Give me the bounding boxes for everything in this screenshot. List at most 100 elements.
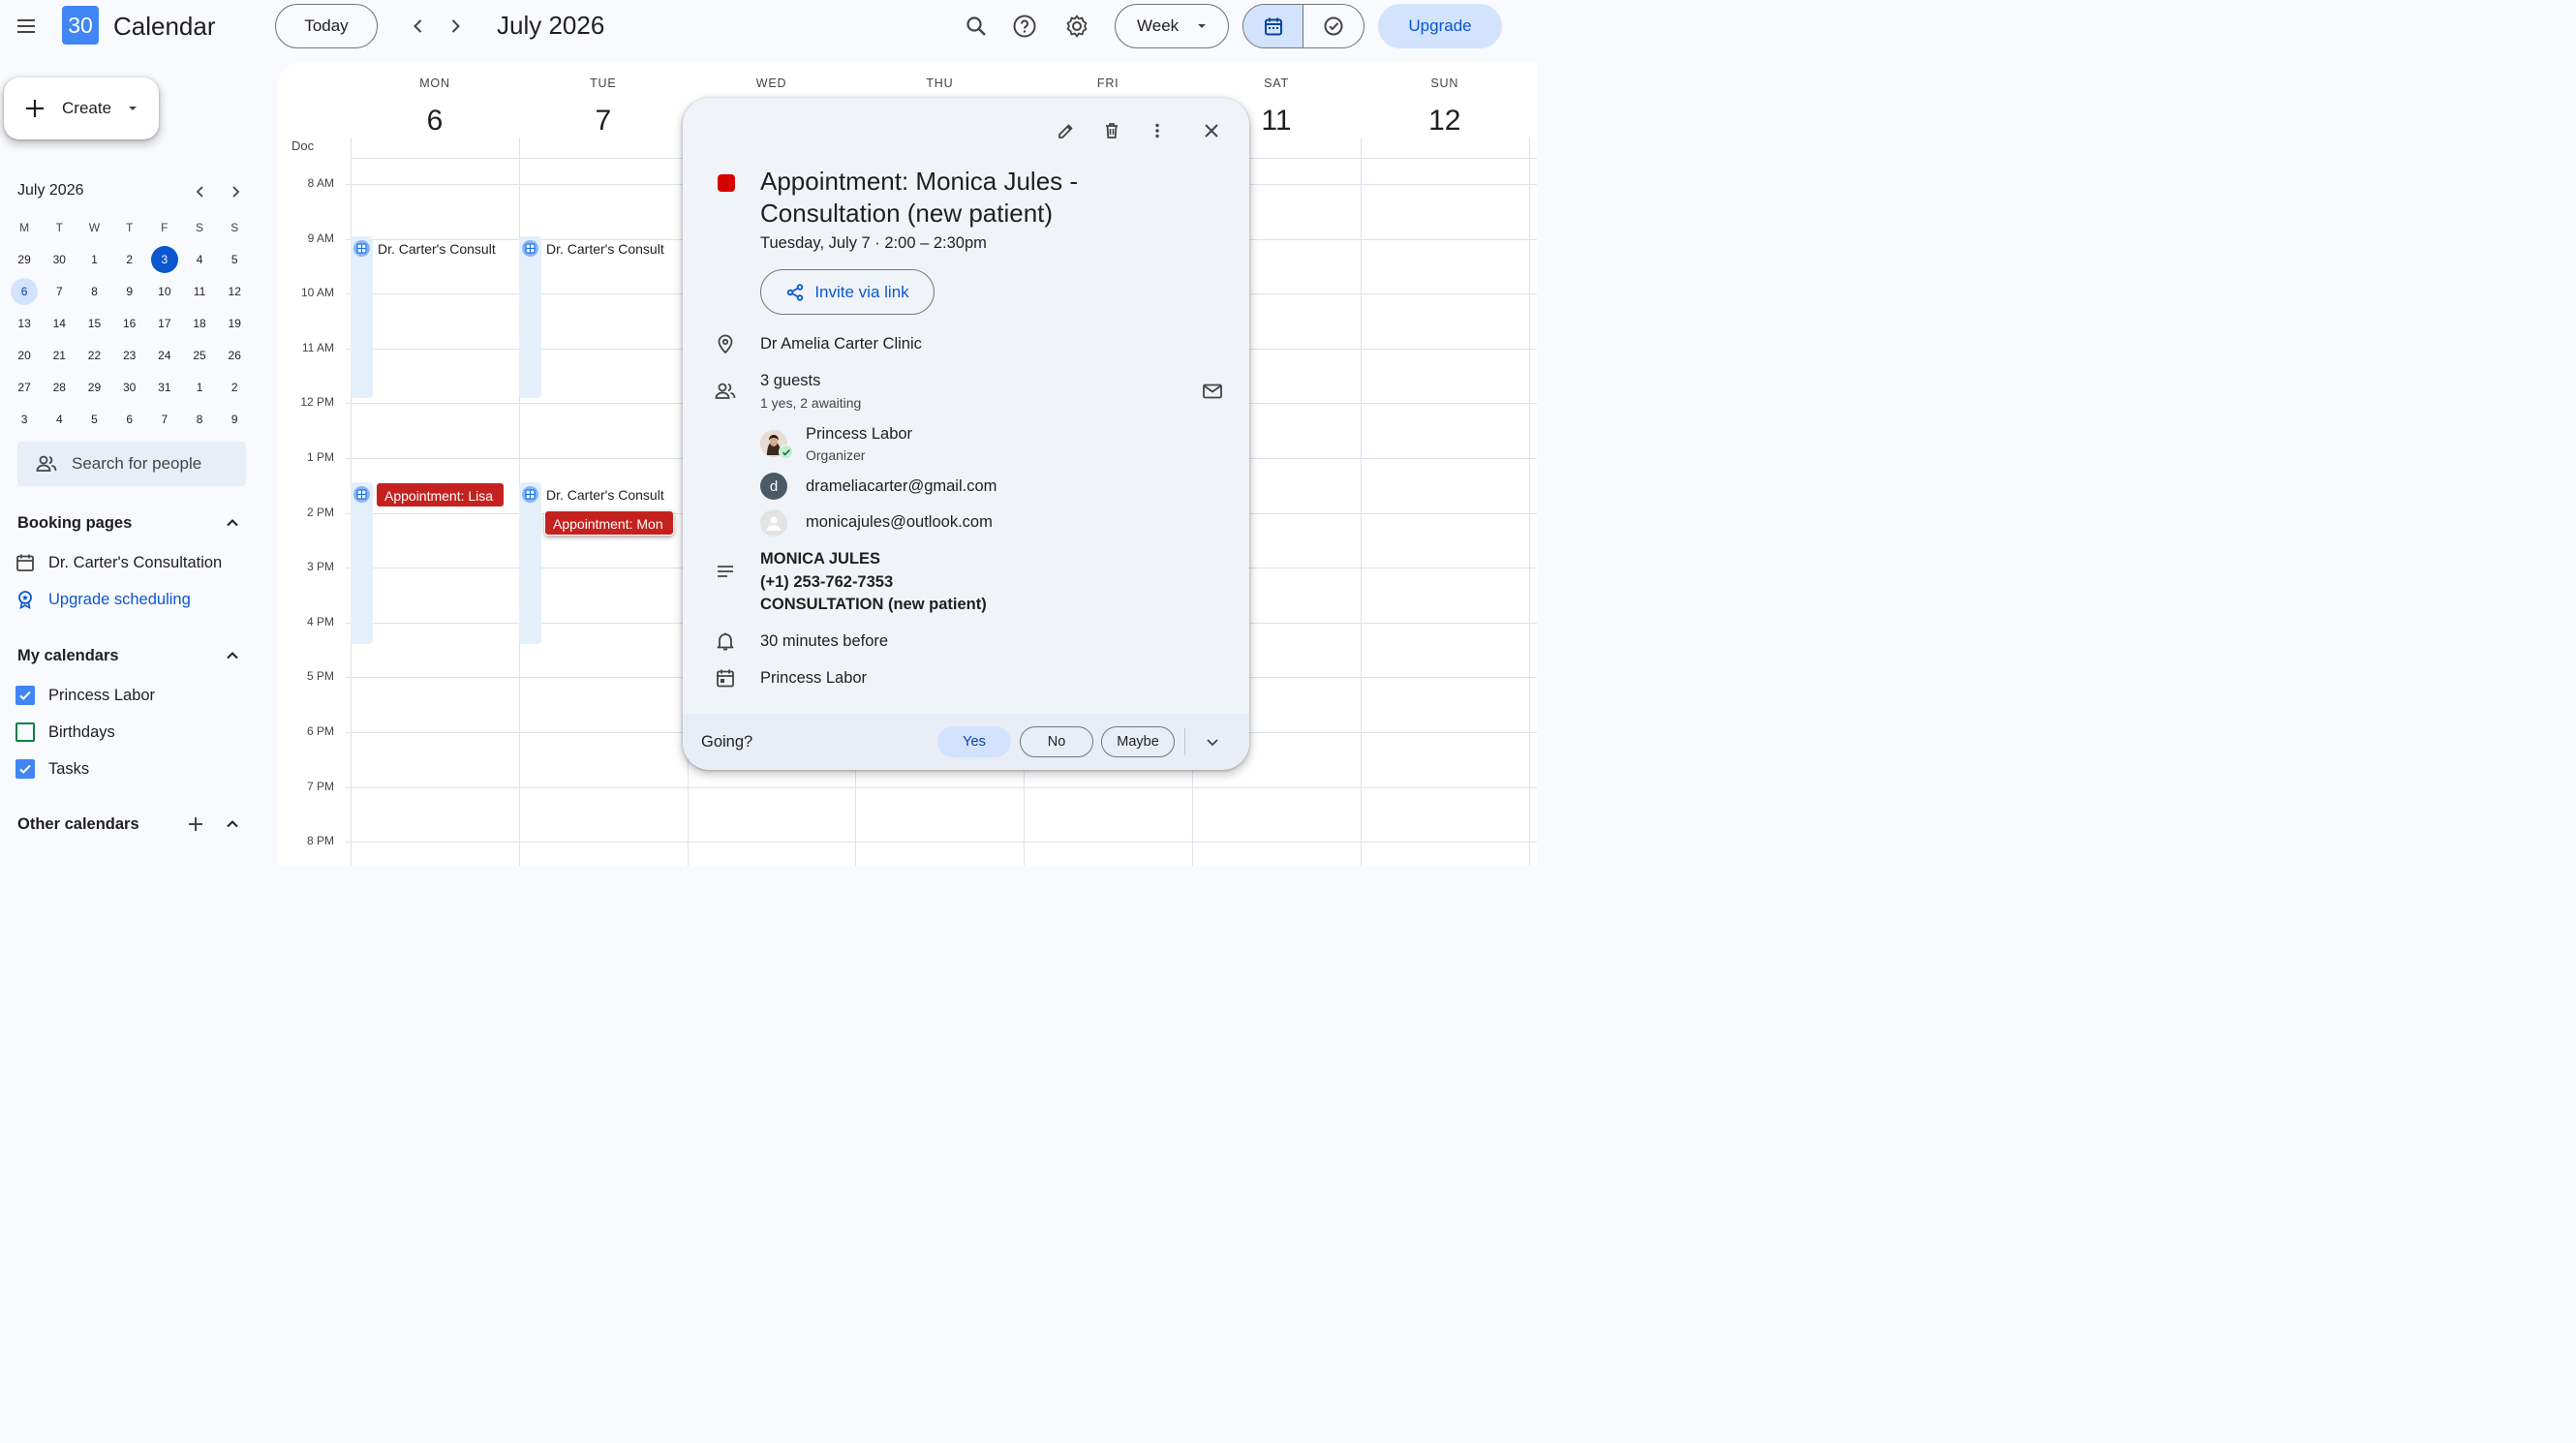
booking-page-item[interactable]: Dr. Carter's Consultation: [15, 553, 222, 572]
mini-calendar-day[interactable]: 1: [182, 371, 217, 403]
rsvp-options-button[interactable]: [1199, 728, 1226, 755]
mini-calendar-day[interactable]: 20: [7, 339, 42, 371]
add-calendar-button[interactable]: [184, 813, 207, 836]
mini-calendar-day[interactable]: 17: [147, 307, 182, 339]
mini-calendar-day[interactable]: 22: [77, 339, 111, 371]
mini-calendar-day[interactable]: 8: [77, 275, 111, 307]
rsvp-no-button[interactable]: No: [1020, 726, 1093, 757]
search-people-field[interactable]: Search for people: [17, 442, 246, 486]
mini-calendar-day[interactable]: 15: [77, 307, 111, 339]
mini-calendar-next-button[interactable]: [224, 180, 247, 203]
mini-calendar-day[interactable]: 3: [7, 403, 42, 435]
mini-calendar-day[interactable]: 31: [147, 371, 182, 403]
mini-calendar-day[interactable]: 29: [7, 243, 42, 275]
invite-via-link-button[interactable]: Invite via link: [760, 269, 935, 315]
booking-pages-collapse-button[interactable]: [221, 511, 244, 535]
mini-calendar-day[interactable]: 30: [112, 371, 147, 403]
mini-calendar-day[interactable]: 12: [217, 275, 252, 307]
mini-calendar-day[interactable]: 6: [112, 403, 147, 435]
mini-calendar-day[interactable]: 21: [42, 339, 77, 371]
mini-calendar-day[interactable]: 30: [42, 243, 77, 275]
calendar-item-birthdays[interactable]: Birthdays: [15, 722, 115, 742]
mini-calendar-day[interactable]: 2: [217, 371, 252, 403]
checkbox-checked[interactable]: [15, 686, 35, 705]
calendar-item-princess-labor[interactable]: Princess Labor: [15, 686, 155, 705]
guest-name[interactable]: Princess Labor: [806, 425, 912, 444]
rsvp-maybe-button[interactable]: Maybe: [1101, 726, 1175, 757]
mini-calendar-day[interactable]: 1: [77, 243, 111, 275]
my-calendars-heading[interactable]: My calendars: [17, 647, 119, 665]
close-popup-button[interactable]: [1198, 117, 1225, 144]
help-button[interactable]: [1005, 7, 1044, 46]
email-guests-button[interactable]: [1199, 378, 1226, 405]
mini-calendar-day[interactable]: 19: [217, 307, 252, 339]
mini-calendar-day[interactable]: 5: [217, 243, 252, 275]
appointment-event-monica[interactable]: Appointment: Mon: [544, 510, 674, 536]
mini-calendar-day[interactable]: 27: [7, 371, 42, 403]
appointment-event-lisa[interactable]: Appointment: Lisa: [376, 482, 505, 507]
calendar-mode-button[interactable]: [1243, 5, 1303, 47]
calendar-item-tasks[interactable]: Tasks: [15, 759, 89, 779]
checkbox-checked[interactable]: [15, 759, 35, 779]
mini-calendar-day[interactable]: 26: [217, 339, 252, 371]
next-week-button[interactable]: [436, 7, 475, 46]
availability-block[interactable]: [519, 236, 541, 398]
mini-calendar-day[interactable]: 5: [77, 403, 111, 435]
more-options-button[interactable]: [1144, 117, 1171, 144]
availability-block[interactable]: [351, 236, 373, 398]
mini-calendar-day[interactable]: 4: [42, 403, 77, 435]
my-calendars-collapse-button[interactable]: [221, 644, 244, 667]
day-number-button[interactable]: 7: [519, 105, 688, 138]
mini-calendar-day[interactable]: 28: [42, 371, 77, 403]
mini-calendar-prev-button[interactable]: [189, 180, 212, 203]
mini-calendar-day[interactable]: 14: [42, 307, 77, 339]
create-button[interactable]: Create: [4, 77, 159, 139]
mini-calendar-day[interactable]: 7: [42, 275, 77, 307]
mini-calendar-day[interactable]: 6: [7, 275, 42, 307]
guest-email[interactable]: drameliacarter@gmail.com: [806, 477, 997, 496]
delete-event-button[interactable]: [1098, 117, 1125, 144]
booking-pages-heading[interactable]: Booking pages: [17, 514, 132, 533]
availability-block[interactable]: [351, 482, 373, 644]
mini-calendar-day[interactable]: 8: [182, 403, 217, 435]
mini-calendar-day[interactable]: 3: [147, 243, 182, 275]
checkbox-unchecked[interactable]: [15, 722, 35, 742]
edit-event-button[interactable]: [1053, 117, 1080, 144]
app-title[interactable]: Calendar: [113, 12, 216, 42]
mini-calendar-day[interactable]: 29: [77, 371, 111, 403]
event-chip-label[interactable]: Dr. Carter's Consult: [546, 241, 674, 257]
mini-calendar-day[interactable]: 23: [112, 339, 147, 371]
mini-calendar-day[interactable]: 2: [112, 243, 147, 275]
today-button[interactable]: Today: [275, 4, 378, 48]
mini-calendar-day[interactable]: 18: [182, 307, 217, 339]
main-menu-button[interactable]: [7, 7, 46, 46]
rsvp-yes-button[interactable]: Yes: [937, 726, 1011, 757]
search-button[interactable]: [957, 7, 996, 46]
settings-button[interactable]: [1058, 7, 1096, 46]
guest-email[interactable]: monicajules@outlook.com: [806, 513, 993, 532]
availability-block[interactable]: [519, 482, 541, 644]
mini-calendar-day[interactable]: 11: [182, 275, 217, 307]
previous-week-button[interactable]: [399, 7, 438, 46]
mini-calendar-day[interactable]: 9: [112, 275, 147, 307]
mini-calendar-day[interactable]: 4: [182, 243, 217, 275]
day-number-button[interactable]: 12: [1361, 105, 1529, 138]
mini-calendar-day[interactable]: 7: [147, 403, 182, 435]
tasks-mode-button[interactable]: [1303, 5, 1364, 47]
calendar-logo[interactable]: 30: [62, 6, 99, 45]
mini-calendar-day[interactable]: 25: [182, 339, 217, 371]
mini-calendar-day[interactable]: 16: [112, 307, 147, 339]
mini-calendar-day[interactable]: 10: [147, 275, 182, 307]
mini-calendar-day[interactable]: 24: [147, 339, 182, 371]
view-switcher[interactable]: Week: [1115, 4, 1229, 48]
event-chip-label[interactable]: Dr. Carter's Consult: [546, 487, 674, 503]
other-calendars-collapse-button[interactable]: [221, 813, 244, 836]
day-number-button[interactable]: 6: [351, 105, 519, 138]
event-location[interactable]: Dr Amelia Carter Clinic: [760, 335, 922, 353]
other-calendars-heading[interactable]: Other calendars: [17, 815, 139, 834]
mini-calendar-day[interactable]: 9: [217, 403, 252, 435]
event-chip-label[interactable]: Dr. Carter's Consult: [378, 241, 508, 257]
upgrade-scheduling-link[interactable]: Upgrade scheduling: [15, 590, 191, 609]
mini-calendar-day[interactable]: 13: [7, 307, 42, 339]
upgrade-button[interactable]: Upgrade: [1378, 4, 1502, 48]
